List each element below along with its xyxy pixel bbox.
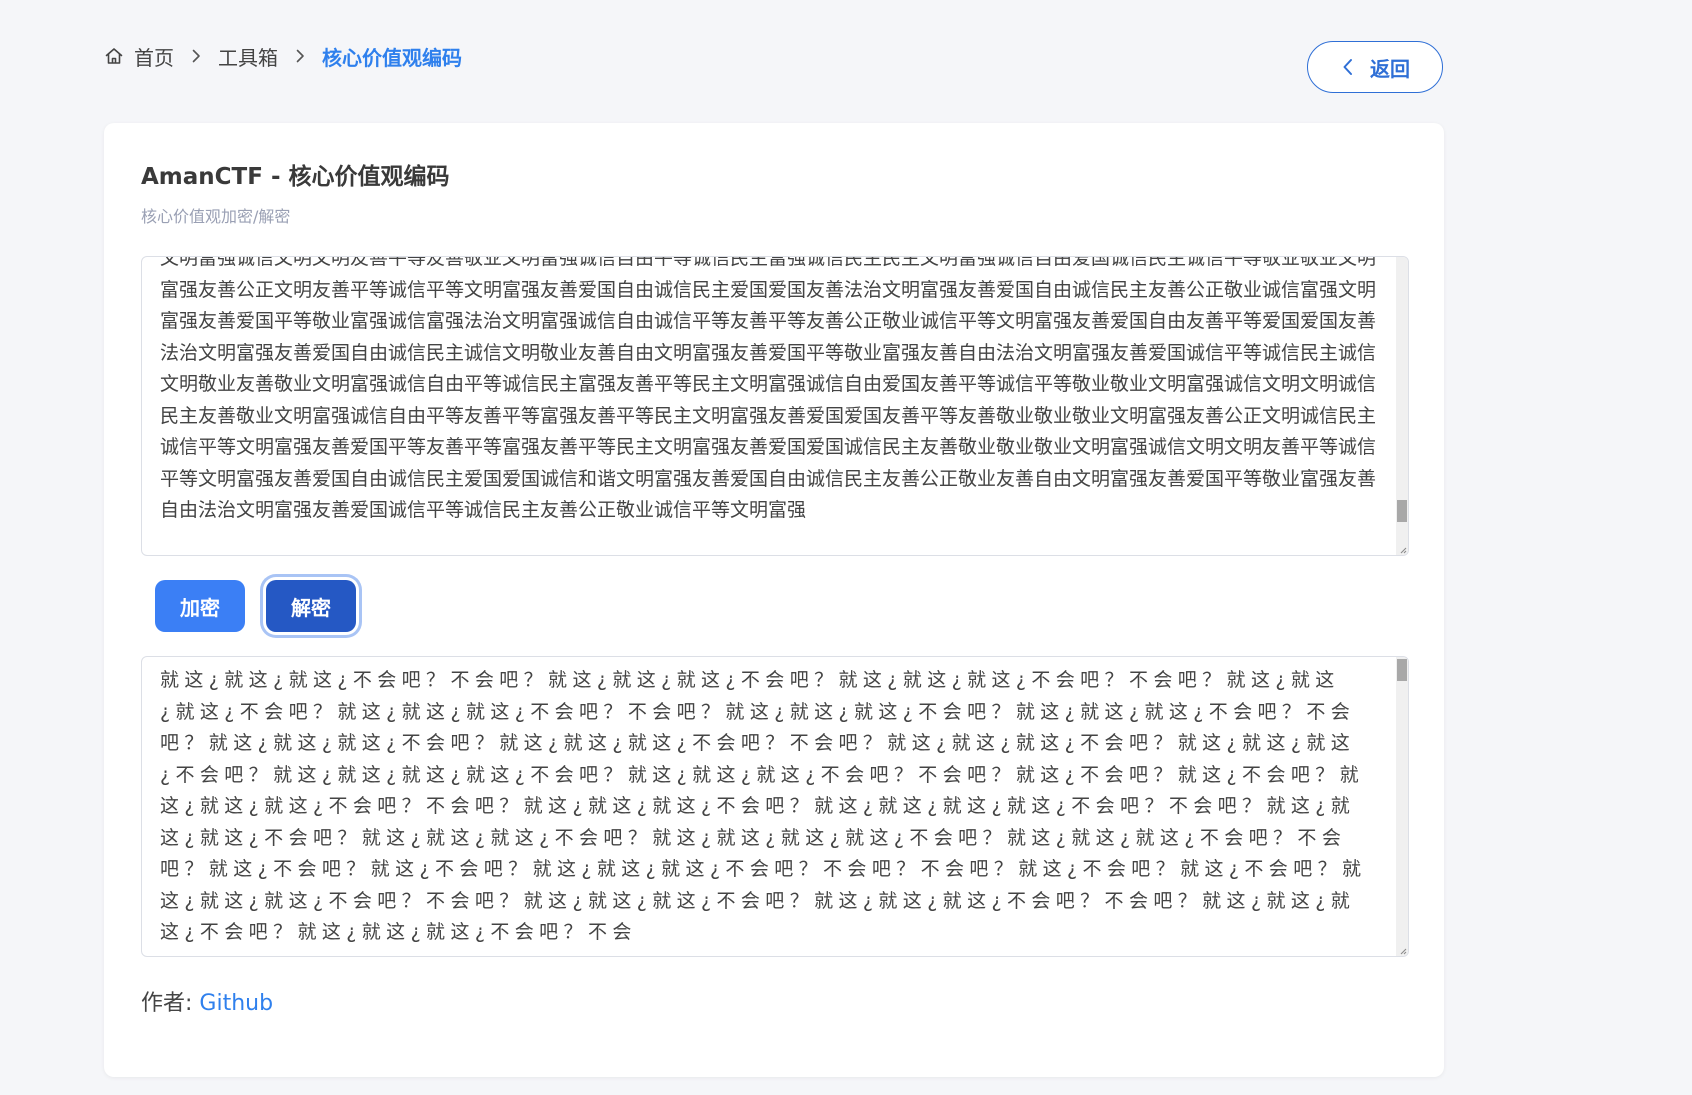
breadcrumb-current: 核心价值观编码	[322, 45, 462, 70]
chevron-right-icon	[188, 48, 204, 64]
input-textarea[interactable]: 文明富强诚信文明文明友善平等友善敬业文明富强诚信自由平等诚信民主富强诚信民主民主…	[141, 256, 1409, 556]
input-scrollbar[interactable]	[1396, 257, 1408, 555]
breadcrumb-home-link[interactable]: 首页	[134, 42, 174, 71]
decrypt-button[interactable]: 解密	[266, 580, 356, 632]
back-button-label: 返回	[1370, 56, 1410, 81]
output-textarea[interactable]: 就这¿就这¿就这¿不会吧？不会吧？就这¿就这¿就这¿不会吧？就这¿就这¿就这¿不…	[141, 656, 1409, 957]
chevron-right-icon	[292, 48, 308, 64]
resize-grip-icon[interactable]	[1399, 546, 1407, 554]
author-label: 作者:	[141, 991, 200, 1016]
back-button[interactable]: 返回	[1307, 41, 1443, 93]
resize-grip-icon[interactable]	[1399, 947, 1407, 955]
output-scrollbar[interactable]	[1396, 657, 1408, 956]
page-title: AmanCTF - 核心价值观编码	[141, 164, 450, 190]
github-link[interactable]: Github	[199, 991, 273, 1016]
breadcrumb: 首页 工具箱 核心价值观编码	[104, 40, 462, 72]
page-subtitle: 核心价值观加密/解密	[141, 207, 291, 226]
chevron-left-icon	[1340, 57, 1356, 77]
output-text: 就这¿就这¿就这¿不会吧？不会吧？就这¿就这¿就这¿不会吧？就这¿就这¿就这¿不…	[160, 669, 1367, 943]
home-icon[interactable]	[104, 46, 124, 66]
input-scrollbar-thumb[interactable]	[1397, 500, 1407, 522]
author-line: 作者: Github	[141, 985, 273, 1017]
breadcrumb-toolbox-link[interactable]: 工具箱	[218, 42, 278, 71]
input-text: 文明富强诚信文明文明友善平等友善敬业文明富强诚信自由平等诚信民主富强诚信民主民主…	[160, 256, 1377, 521]
output-scrollbar-thumb[interactable]	[1397, 659, 1407, 681]
tool-card: AmanCTF - 核心价值观编码 核心价值观加密/解密 文明富强诚信文明文明友…	[104, 123, 1444, 1077]
encrypt-button[interactable]: 加密	[155, 580, 245, 632]
